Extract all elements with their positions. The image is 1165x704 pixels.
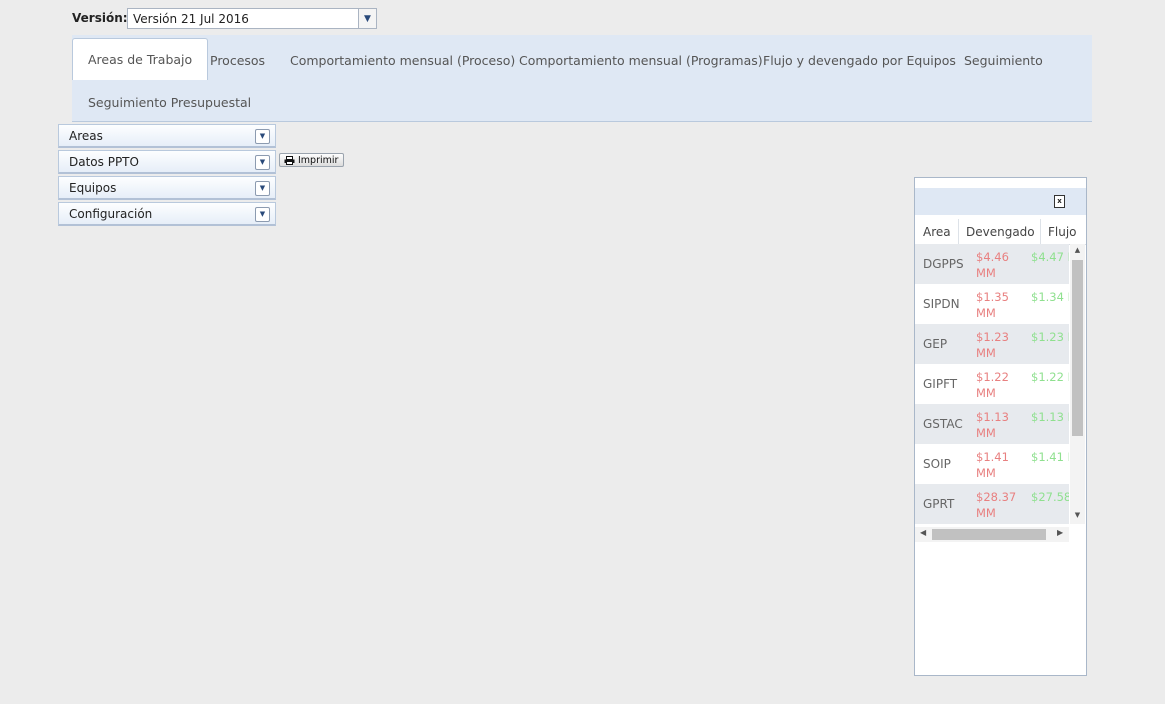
- tab-flujo-devengado-equipos[interactable]: Flujo y devengado por Equipos: [763, 53, 956, 68]
- tab-procesos[interactable]: Procesos: [210, 53, 265, 68]
- tab-comportamiento-programas[interactable]: Comportamiento mensual (Programas): [519, 53, 763, 68]
- cell-area: GPRT: [923, 497, 955, 511]
- version-select[interactable]: Versión 21 Jul 2016 ▼: [127, 8, 377, 29]
- chevron-down-icon[interactable]: ▼: [358, 9, 376, 28]
- table-row[interactable]: SOIP $1.41 MM $1.41 MM: [915, 444, 1069, 484]
- print-button[interactable]: Imprimir: [279, 153, 344, 167]
- scroll-left-icon[interactable]: ◀: [920, 528, 926, 537]
- table-row[interactable]: GEP $1.23 MM $1.23 MM: [915, 324, 1069, 364]
- cell-area: SOIP: [923, 457, 951, 471]
- accordion-label: Datos PPTO: [69, 155, 139, 169]
- cell-devengado: $4.46 MM: [976, 250, 1009, 280]
- chevron-down-icon[interactable]: ▼: [255, 129, 270, 144]
- column-header-area[interactable]: Area: [923, 225, 951, 239]
- table-row[interactable]: GIPFT $1.22 MM $1.22 MM: [915, 364, 1069, 404]
- summary-grid-panel: x Area Devengado Flujo DGPPS $4.46 MM $4…: [914, 177, 1087, 676]
- accordion-configuracion[interactable]: Configuración ▼: [58, 202, 276, 226]
- vertical-scrollbar[interactable]: ▲ ▼: [1070, 244, 1085, 524]
- column-header-flujo[interactable]: Flujo: [1048, 225, 1077, 239]
- grid-toolbar: x: [915, 188, 1086, 215]
- cell-area: SIPDN: [923, 297, 960, 311]
- cell-devengado: $28.37 MM: [976, 490, 1017, 520]
- horizontal-scrollbar[interactable]: ◀ ▶: [915, 527, 1069, 542]
- cell-area: GEP: [923, 337, 948, 351]
- cell-flujo: $1.41 MM: [1031, 450, 1069, 464]
- chevron-down-icon[interactable]: ▼: [255, 155, 270, 170]
- scrollbar-thumb[interactable]: [1072, 260, 1083, 436]
- tab-comportamiento-proceso[interactable]: Comportamiento mensual (Proceso): [290, 53, 515, 68]
- scroll-right-icon[interactable]: ▶: [1057, 528, 1063, 537]
- chevron-down-icon[interactable]: ▼: [255, 207, 270, 222]
- accordion-areas[interactable]: Areas ▼: [58, 124, 276, 148]
- tab-seguimiento-presupuestal[interactable]: Seguimiento Presupuestal: [88, 95, 251, 110]
- accordion-label: Areas: [69, 129, 103, 143]
- cell-devengado: $1.41 MM: [976, 450, 1009, 480]
- grid-header: Area Devengado Flujo: [915, 219, 1086, 245]
- column-header-devengado[interactable]: Devengado: [966, 225, 1035, 239]
- cell-flujo: $1.23 MM: [1031, 330, 1069, 344]
- cell-flujo: $1.34 MM: [1031, 290, 1069, 304]
- accordion-datos-ppto[interactable]: Datos PPTO ▼: [58, 150, 276, 174]
- accordion-label: Configuración: [69, 207, 153, 221]
- version-label: Versión:: [72, 11, 128, 25]
- accordion-label: Equipos: [69, 181, 117, 195]
- printer-icon: [284, 155, 295, 165]
- tab-seguimiento[interactable]: Seguimiento: [964, 53, 1043, 68]
- side-accordion: Areas ▼ Datos PPTO ▼ Equipos ▼ Configura…: [58, 124, 276, 228]
- table-row[interactable]: GSTAC $1.13 MM $1.13 MM: [915, 404, 1069, 444]
- cell-devengado: $1.23 MM: [976, 330, 1009, 360]
- cell-devengado: $1.35 MM: [976, 290, 1009, 320]
- chevron-down-icon[interactable]: ▼: [255, 181, 270, 196]
- version-select-value: Versión 21 Jul 2016: [133, 12, 249, 26]
- table-row[interactable]: SIPDN $1.35 MM $1.34 MM: [915, 284, 1069, 324]
- table-row[interactable]: GPRT $28.37 MM $27.58 MM: [915, 484, 1069, 524]
- excel-export-icon[interactable]: x: [1054, 195, 1065, 208]
- cell-flujo: $27.58 MM: [1031, 490, 1069, 504]
- accordion-equipos[interactable]: Equipos ▼: [58, 176, 276, 200]
- cell-area: GSTAC: [923, 417, 963, 431]
- scroll-down-icon[interactable]: ▼: [1070, 511, 1085, 519]
- scrollbar-thumb[interactable]: [932, 529, 1046, 540]
- scroll-up-icon[interactable]: ▲: [1070, 246, 1085, 254]
- cell-devengado: $1.13 MM: [976, 410, 1009, 440]
- cell-area: DGPPS: [923, 257, 964, 271]
- cell-area: GIPFT: [923, 377, 958, 391]
- cell-flujo: $1.13 MM: [1031, 410, 1069, 424]
- grid-body: DGPPS $4.46 MM $4.47 MM SIPDN $1.35 MM $…: [915, 244, 1069, 524]
- table-row[interactable]: DGPPS $4.46 MM $4.47 MM: [915, 244, 1069, 284]
- tab-bar: Areas de Trabajo Procesos Comportamiento…: [72, 35, 1092, 122]
- cell-flujo: $4.47 MM: [1031, 250, 1069, 264]
- cell-devengado: $1.22 MM: [976, 370, 1009, 400]
- print-label: Imprimir: [298, 154, 339, 166]
- tab-areas-de-trabajo[interactable]: Areas de Trabajo: [72, 38, 209, 80]
- cell-flujo: $1.22 MM: [1031, 370, 1069, 384]
